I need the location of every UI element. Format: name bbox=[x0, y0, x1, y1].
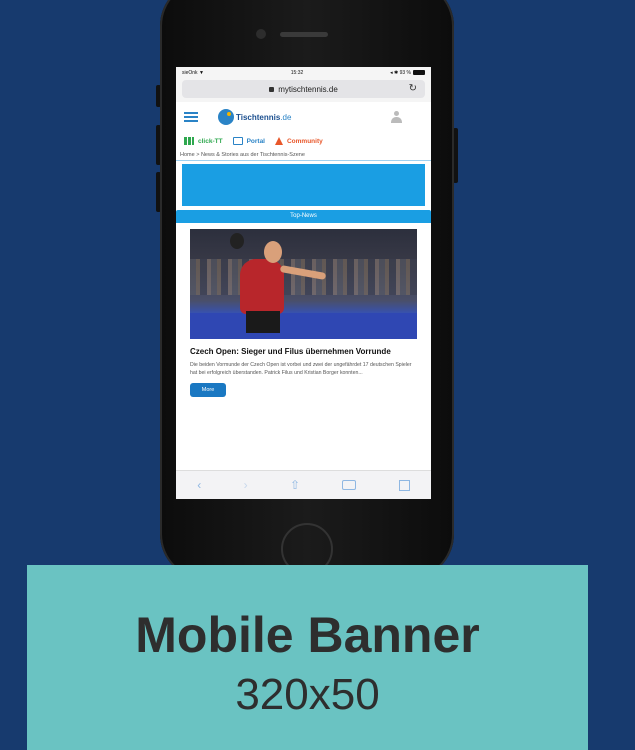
phone-screen: sieOnk ▼ 15:32 ◂ ✱ 93 % mytischtennis.de… bbox=[176, 67, 431, 499]
photo-table bbox=[190, 313, 417, 339]
caption-size: 320x50 bbox=[235, 670, 380, 719]
breadcrumb[interactable]: Home > News & Stories aus der Tischtenni… bbox=[176, 150, 431, 161]
browser-toolbar: ‹ › ⇧ bbox=[176, 470, 431, 499]
people-icon bbox=[274, 137, 283, 145]
site-nav: click-TT Portal Community bbox=[176, 132, 431, 150]
bookmarks-icon[interactable] bbox=[342, 480, 357, 490]
nav-link-portal[interactable]: Portal bbox=[232, 137, 265, 145]
photo-crowd bbox=[190, 259, 417, 295]
logo-ball-icon bbox=[218, 109, 234, 125]
user-account-icon[interactable] bbox=[391, 111, 402, 123]
mobile-ad-banner[interactable] bbox=[182, 164, 425, 206]
site-logo[interactable]: Tischtennis .de bbox=[218, 109, 291, 125]
logo-text: Tischtennis bbox=[236, 112, 281, 122]
hamburger-menu-icon[interactable] bbox=[184, 112, 198, 122]
grid-icon bbox=[184, 137, 194, 145]
photo-bat bbox=[230, 233, 244, 249]
article-teaser: Die beiden Vormunde der Czech Open ist v… bbox=[190, 362, 412, 376]
lock-icon bbox=[269, 86, 275, 92]
nav-link-click-tt[interactable]: click-TT bbox=[184, 137, 223, 145]
battery-icon bbox=[412, 69, 425, 75]
address-bar-container: mytischtennis.de ↻ bbox=[176, 78, 431, 102]
article-headline[interactable]: Czech Open: Sieger und Filus übernehmen … bbox=[190, 347, 417, 356]
site-header: Tischtennis .de bbox=[176, 102, 431, 132]
read-more-button[interactable]: More bbox=[190, 383, 226, 397]
phone-mockup: sieOnk ▼ 15:32 ◂ ✱ 93 % mytischtennis.de… bbox=[160, 0, 454, 580]
reload-icon[interactable]: ↻ bbox=[409, 83, 417, 94]
photo-player-shirt bbox=[240, 259, 284, 314]
photo-player-head bbox=[264, 241, 282, 263]
battery-indicator: ◂ ✱ 93 % bbox=[390, 70, 425, 76]
photo-player-shorts bbox=[246, 311, 280, 333]
front-camera bbox=[256, 29, 266, 39]
nav-link-label: Portal bbox=[246, 137, 265, 145]
earpiece-speaker bbox=[280, 32, 328, 37]
battery-label: ◂ ✱ 93 % bbox=[390, 69, 411, 76]
share-icon[interactable]: ⇧ bbox=[290, 478, 300, 492]
back-icon[interactable]: ‹ bbox=[197, 478, 201, 492]
caption-title: Mobile Banner bbox=[135, 607, 480, 663]
address-bar[interactable]: mytischtennis.de ↻ bbox=[182, 80, 425, 98]
section-label: Top-News bbox=[176, 210, 431, 223]
status-bar: sieOnk ▼ 15:32 ◂ ✱ 93 % bbox=[176, 67, 431, 78]
news-article[interactable]: Czech Open: Sieger und Filus übernehmen … bbox=[176, 223, 431, 397]
url-domain: mytischtennis.de bbox=[278, 84, 338, 94]
nav-link-label: click-TT bbox=[198, 137, 223, 145]
nav-link-community[interactable]: Community bbox=[274, 137, 323, 145]
monitor-icon bbox=[232, 137, 243, 145]
caption-box: Mobile Banner 320x50 bbox=[27, 565, 588, 750]
carrier-label: sieOnk ▼ bbox=[182, 69, 204, 76]
logo-suffix: .de bbox=[280, 112, 292, 122]
forward-icon[interactable]: › bbox=[244, 478, 248, 492]
article-photo[interactable] bbox=[190, 229, 417, 339]
clock-label: 15:32 bbox=[290, 69, 304, 76]
tabs-icon[interactable] bbox=[398, 479, 410, 491]
nav-link-label: Community bbox=[286, 137, 323, 145]
